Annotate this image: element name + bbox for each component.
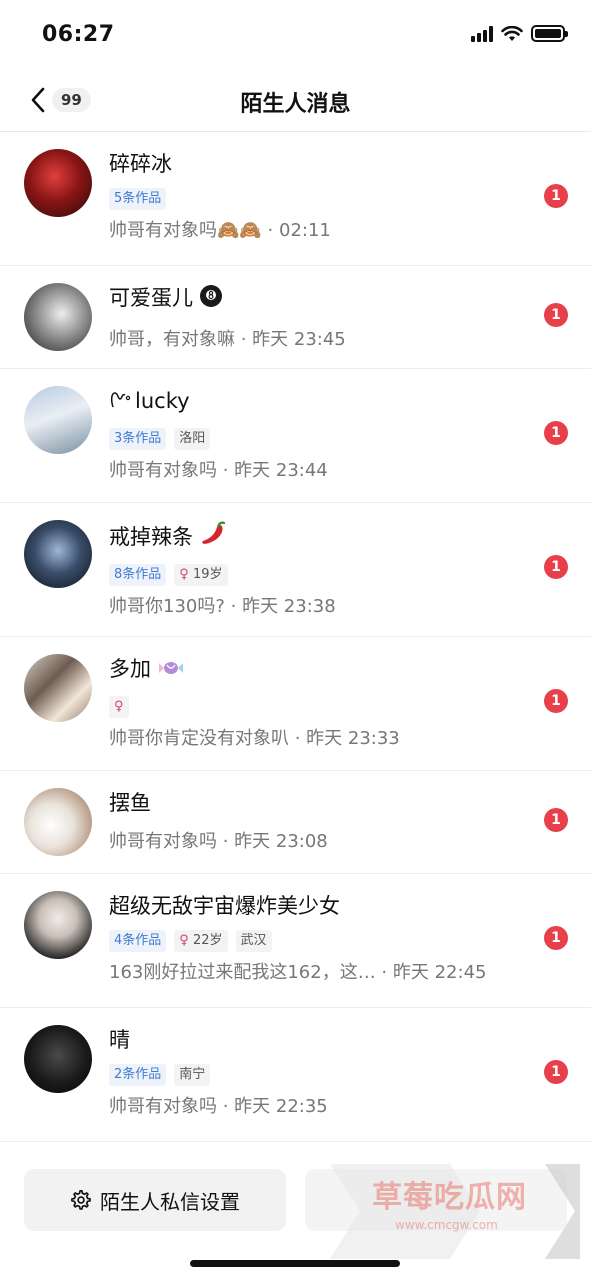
message-preview: 帅哥有对象吗 · 昨天 22:35 [109, 1096, 328, 1117]
status-icons [471, 25, 568, 42]
avatar[interactable] [24, 283, 92, 351]
settings-button-label: 陌生人私信设置 [100, 1189, 240, 1214]
message-list: 碎碎冰 5条作品 帅哥有对象吗🙈🙈 · 02:11 1 可爱蛋儿 帅哥，有对象嘛… [0, 132, 591, 1142]
avatar[interactable] [24, 788, 92, 856]
message-preview: 帅哥你130吗? · 昨天 23:38 [109, 596, 336, 617]
avatar[interactable] [24, 1025, 92, 1093]
list-item[interactable]: 碎碎冰 5条作品 帅哥有对象吗🙈🙈 · 02:11 1 [0, 132, 591, 266]
tag-list: 4条作品 ♀ 22岁 武汉 [109, 930, 531, 952]
unread-badge: 1 [544, 555, 568, 579]
location-tag: 南宁 [174, 1064, 211, 1086]
avatar[interactable] [24, 149, 92, 217]
list-item[interactable]: 超级无敌宇宙爆炸美少女 4条作品 ♀ 22岁 武汉 163刚好拉过来配我这162… [0, 874, 591, 1008]
gender-tag: ♀ [109, 696, 129, 718]
heart-doodle-icon [109, 387, 133, 418]
message-preview: 163刚好拉过来配我这162，这… · 昨天 22:45 [109, 962, 487, 983]
list-item[interactable]: 摆鱼 帅哥有对象吗 · 昨天 23:08 1 [0, 771, 591, 874]
unread-badge: 1 [544, 184, 568, 208]
sender-name: 晴 [109, 1028, 130, 1052]
unread-badge: 1 [544, 1060, 568, 1084]
avatar[interactable] [24, 520, 92, 588]
avatar[interactable] [24, 654, 92, 722]
gear-icon [71, 1190, 91, 1210]
location-tag: 洛阳 [174, 428, 211, 450]
message-preview: 帅哥你肯定没有对象叭 · 昨天 23:33 [109, 728, 400, 749]
message-preview: 帅哥有对象吗 · 昨天 23:44 [109, 460, 328, 481]
stranger-message-settings-button[interactable]: 陌生人私信设置 [24, 1169, 286, 1231]
works-tag: 4条作品 [109, 930, 167, 952]
tag-list: 2条作品 南宁 [109, 1064, 521, 1086]
list-item[interactable]: lucky 3条作品 洛阳 帅哥有对象吗 · 昨天 23:44 1 [0, 369, 591, 503]
unread-badge: 1 [544, 303, 568, 327]
sender-name: 超级无敌宇宙爆炸美少女 [109, 894, 340, 918]
unread-badge: 1 [544, 689, 568, 713]
cellular-signal-icon [471, 25, 493, 42]
tag-list: 5条作品 [109, 188, 521, 210]
list-item[interactable]: 可爱蛋儿 帅哥，有对象嘛 · 昨天 23:45 1 [0, 266, 591, 369]
age-tag: ♀ 22岁 [174, 930, 228, 952]
watermark-url: www.cmcgw.com [395, 1218, 498, 1232]
home-indicator [190, 1260, 400, 1267]
sender-name: 碎碎冰 [109, 152, 172, 176]
sender-name: 戒掉辣条 [109, 521, 521, 554]
tag-list: ♀ [109, 696, 521, 718]
female-icon: ♀ [179, 933, 189, 948]
works-tag: 2条作品 [109, 1064, 167, 1086]
female-icon: ♀ [114, 699, 124, 714]
female-icon: ♀ [179, 567, 189, 582]
nav-bar: 99 陌生人消息 [0, 68, 591, 132]
avatar[interactable] [24, 386, 92, 454]
sender-name: 摆鱼 [109, 791, 151, 815]
unread-badge: 1 [544, 926, 568, 950]
wifi-icon [501, 25, 523, 41]
candy-icon [157, 657, 185, 686]
sender-name: 多加 [109, 655, 521, 686]
status-time: 06:27 [42, 22, 115, 47]
message-preview: 帅哥有对象吗🙈🙈 · 02:11 [109, 220, 331, 241]
list-item[interactable]: 晴 2条作品 南宁 帅哥有对象吗 · 昨天 22:35 1 [0, 1008, 591, 1142]
tag-list: 3条作品 洛阳 [109, 428, 521, 450]
unread-count-pill[interactable]: 99 [52, 88, 91, 112]
works-tag: 5条作品 [109, 188, 167, 210]
unread-badge: 1 [544, 421, 568, 445]
sender-name: lucky [109, 387, 521, 418]
works-tag: 8条作品 [109, 564, 167, 586]
chili-pepper-icon [199, 521, 227, 554]
message-preview: 帅哥，有对象嘛 · 昨天 23:45 [109, 329, 346, 350]
works-tag: 3条作品 [109, 428, 167, 450]
message-preview: 帅哥有对象吗 · 昨天 23:08 [109, 831, 328, 852]
list-item[interactable]: 戒掉辣条 8条作品 ♀ 19岁 帅哥你130吗? · 昨天 23:38 1 [0, 503, 591, 637]
billiard-ball-icon [199, 284, 223, 315]
sender-name: 可爱蛋儿 [109, 284, 521, 315]
status-bar: 06:27 [0, 0, 591, 68]
tag-list: 8条作品 ♀ 19岁 [109, 564, 521, 586]
bottom-bar: 陌生人私信设置 草莓吃瓜网 www.cmcgw.com [0, 1142, 591, 1280]
chevron-left-icon [31, 87, 45, 113]
avatar[interactable] [24, 891, 92, 959]
battery-icon [531, 25, 568, 42]
location-tag: 武汉 [235, 930, 272, 952]
unread-badge: 1 [544, 808, 568, 832]
age-tag: ♀ 19岁 [174, 564, 228, 586]
watermark-text: 草莓吃瓜网 [372, 1180, 527, 1215]
list-item[interactable]: 多加 ♀ 帅哥你肯定没有对象叭 · 昨天 23:33 1 [0, 637, 591, 771]
